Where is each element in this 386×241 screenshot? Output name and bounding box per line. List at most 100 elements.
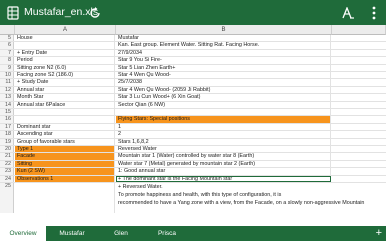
cell-a[interactable]: Group of favorable stars xyxy=(15,138,115,145)
cell-b[interactable]: + Reversed Water. To promote happiness a… xyxy=(116,183,364,207)
row-number[interactable]: 7 xyxy=(0,49,14,57)
table-row[interactable]: 13 Month Star Star 3 Lu Cun Wood+ (6 Xin … xyxy=(0,94,386,102)
table-row[interactable]: 18 Ascending star 2 xyxy=(0,131,386,139)
cell-b[interactable]: Star 4 Wen Qu Wood- (2059 Ji Rabbit) xyxy=(116,86,331,94)
column-header-a[interactable]: A xyxy=(15,25,116,35)
table-row[interactable]: 12 Annual star Star 4 Wen Qu Wood- (2059 … xyxy=(0,86,386,95)
cell-c[interactable] xyxy=(332,57,386,63)
cell-a[interactable]: Period xyxy=(15,57,115,64)
add-sheet-icon[interactable]: + xyxy=(376,226,382,241)
table-row[interactable]: 7 + Entry Date 27/9/2034 xyxy=(0,49,386,58)
cell-b[interactable]: Mustafar xyxy=(116,35,331,42)
spreadsheet-grid[interactable]: 5 House Mustafar 6 Kan. East group. Element … xyxy=(0,35,386,226)
table-row[interactable]: 10 Facing zone S2 (186.0) Star 4 Wen Qu W… xyxy=(0,72,386,80)
table-row[interactable]: 14 Annual star 6Palace Sector Qian (6 NW) xyxy=(0,101,386,109)
cell-b[interactable]: 25/7/2038 xyxy=(116,79,331,86)
table-row[interactable]: 16 Flying Stars: Special positions xyxy=(0,116,386,124)
cell-b[interactable]: Star 4 Wen Qu Wood- xyxy=(116,72,331,79)
table-row[interactable]: 6 Kan. East group. Element Water. Sitting… xyxy=(0,42,386,50)
column-header-b[interactable]: B xyxy=(116,25,332,35)
tab-mustafar[interactable]: Mustafar xyxy=(46,226,98,241)
cell-a[interactable]: Annual star xyxy=(15,86,115,94)
cell-b[interactable]: 27/9/2034 xyxy=(116,49,331,57)
cell-c[interactable] xyxy=(332,102,386,108)
row-number[interactable]: 24 xyxy=(0,175,14,182)
cell-a[interactable]: Facade xyxy=(15,153,115,160)
cell-c[interactable] xyxy=(332,42,386,48)
cell-c[interactable] xyxy=(332,176,386,182)
cell-b[interactable]: Stars 1,6,8,2 xyxy=(116,138,331,145)
cell-c[interactable] xyxy=(332,131,386,137)
corner-cell[interactable] xyxy=(0,25,15,35)
row-number[interactable]: 23 xyxy=(0,168,14,175)
tab-prisca[interactable]: Prisca xyxy=(144,226,190,241)
cell-c[interactable] xyxy=(332,79,386,85)
cell-a[interactable]: Annual star 6Palace xyxy=(15,101,115,108)
row-number[interactable]: 19 xyxy=(0,138,14,145)
row-number[interactable]: 25 xyxy=(0,183,14,213)
row-number[interactable]: 8 xyxy=(0,57,14,64)
cell-a[interactable]: + Study Date xyxy=(15,79,115,86)
cell-c[interactable] xyxy=(332,94,386,100)
cell-a[interactable]: Facing zone S2 (186.0) xyxy=(15,72,115,79)
cell-b[interactable]: + The dominant star is the Facing Mounta… xyxy=(116,175,331,182)
table-row[interactable]: 21 Facade Mountain star 1 (Water) controll… xyxy=(0,153,386,161)
table-row[interactable]: 23 Kun (2 SW) 1: Good annual star xyxy=(0,168,386,176)
cell-a[interactable]: House xyxy=(15,35,115,42)
cell-b[interactable]: Star 5 Lian Zhen Earth+ xyxy=(116,64,331,71)
cell-a[interactable] xyxy=(15,109,115,116)
cell-b[interactable]: 1 xyxy=(116,123,331,131)
row-number[interactable]: 5 xyxy=(0,35,14,42)
cell-b[interactable]: 1: Good annual star xyxy=(116,168,331,175)
cell-b[interactable]: Star 3 Lu Cun Wood+ (6 Xin Goat) xyxy=(116,94,331,101)
table-row[interactable]: 15 xyxy=(0,109,386,117)
row-number[interactable]: 18 xyxy=(0,131,14,138)
cell-b[interactable]: Water star 7 (Metal) generated by mounta… xyxy=(116,160,331,168)
cell-b[interactable] xyxy=(116,109,331,116)
cell-b[interactable]: Sector Qian (6 NW) xyxy=(116,101,331,108)
cell-c[interactable] xyxy=(332,139,386,145)
cell-a[interactable]: Observations 1 xyxy=(15,175,115,182)
cell-b[interactable]: 2 xyxy=(116,131,331,138)
spreadsheet-icon[interactable] xyxy=(6,4,20,21)
cell-b[interactable]: Flying Stars: Special positions xyxy=(116,116,331,123)
tab-overview[interactable]: Overview xyxy=(0,226,46,241)
table-row[interactable]: 20 Type 1 Reversed Water xyxy=(0,146,386,154)
cell-c[interactable] xyxy=(332,50,386,56)
cell-a[interactable]: + Entry Date xyxy=(15,49,115,57)
row-number[interactable]: 12 xyxy=(0,86,14,94)
cell-a[interactable] xyxy=(15,183,115,213)
cell-c[interactable] xyxy=(332,116,386,122)
row-number[interactable]: 15 xyxy=(0,109,14,116)
cell-c[interactable] xyxy=(332,35,386,41)
cell-c[interactable] xyxy=(332,153,386,159)
cell-a[interactable]: Sitting zone N2 (6.0) xyxy=(15,64,115,71)
row-number[interactable]: 21 xyxy=(0,153,14,160)
row-number[interactable]: 6 xyxy=(0,42,14,49)
row-number[interactable]: 17 xyxy=(0,123,14,131)
row-number[interactable]: 11 xyxy=(0,79,14,86)
cell-a[interactable]: Ascending star xyxy=(15,131,115,138)
cell-a[interactable]: Dominant star xyxy=(15,123,115,131)
cell-b[interactable]: Star 9 You Si Fire- xyxy=(116,57,331,64)
font-format-icon[interactable] xyxy=(340,4,356,21)
tab-glen[interactable]: Glen xyxy=(98,226,144,241)
row-number[interactable]: 13 xyxy=(0,94,14,101)
more-icon[interactable] xyxy=(368,4,380,21)
cell-c[interactable] xyxy=(332,72,386,78)
row-number[interactable]: 20 xyxy=(0,146,14,153)
row-number[interactable]: 9 xyxy=(0,64,14,71)
cell-a[interactable]: Kun (2 SW) xyxy=(15,168,115,175)
cell-c[interactable] xyxy=(332,161,386,167)
table-row[interactable]: 22 Sitting Water star 7 (Metal) generated … xyxy=(0,160,386,169)
cell-b[interactable]: Reversed Water xyxy=(116,146,331,153)
table-row[interactable]: 9 Sitting zone N2 (6.0) Star 5 Lian Zhen … xyxy=(0,64,386,72)
table-row[interactable]: 25 + Reversed Water. To promote happiness… xyxy=(0,183,386,213)
row-number[interactable]: 10 xyxy=(0,72,14,79)
sync-icon[interactable] xyxy=(88,4,102,21)
cell-c[interactable] xyxy=(332,109,386,115)
cell-c[interactable] xyxy=(332,168,386,174)
cell-b[interactable]: Mountain star 1 (Water) controlled by wa… xyxy=(116,153,331,160)
cell-a[interactable]: Sitting xyxy=(15,160,115,168)
cell-c[interactable] xyxy=(332,87,386,93)
